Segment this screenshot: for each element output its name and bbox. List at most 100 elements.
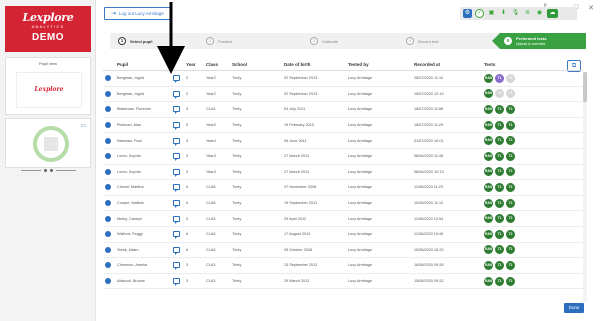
table-row[interactable]: Bergman, Ingrid 2 Year2 Trinty 02 September … [103,87,583,103]
monitor-icon[interactable]: ▭ [80,122,86,129]
test-badge[interactable]: RAN [484,167,493,177]
comment-icon[interactable] [172,200,180,209]
test-badge[interactable]: T1 [495,167,504,177]
expand-row-icon[interactable] [105,231,111,238]
test-badge[interactable]: RAN [484,198,493,208]
comment-icon[interactable] [172,184,180,193]
test-badge[interactable]: T2 [506,245,515,255]
step-performed-tests[interactable]: 5 Performed tests Upload & overview [492,33,586,49]
expand-row-icon[interactable] [105,184,111,191]
test-badge[interactable]: T1 [495,245,504,255]
test-badge[interactable]: RAN [484,136,493,146]
test-badge[interactable]: T1 [495,73,504,83]
test-badge[interactable]: T2 [506,73,515,83]
test-badge[interactable]: T2 [506,214,515,224]
comment-icon[interactable] [172,168,180,177]
test-badge[interactable]: T2 [506,182,515,192]
comment-icon[interactable] [172,246,180,255]
pupil-view-panel[interactable]: Pupil view Lexplore [5,57,91,115]
comment-icon[interactable] [172,215,180,224]
step-position[interactable]: 2 Position [206,33,232,49]
expand-row-icon[interactable] [105,278,111,285]
comment-icon[interactable] [172,122,180,131]
comment-icon[interactable] [172,90,180,99]
step-calibrate[interactable]: 3 Calibrate [310,33,338,49]
test-badge[interactable]: T2 [506,229,515,239]
test-badge[interactable]: T1 [495,260,504,270]
expand-row-icon[interactable] [105,200,111,207]
table-row[interactable]: Chemnon, Amelia 3 CLA3 Trinty 13 September 2… [103,258,583,274]
test-badge[interactable]: T2 [506,167,515,177]
test-badge[interactable]: RAN [484,229,493,239]
cloud-upload-icon[interactable]: ☁ [547,9,558,18]
test-badge[interactable]: RAN [484,89,493,99]
comment-icon[interactable] [172,278,180,287]
expand-row-icon[interactable] [105,246,111,253]
display-icon[interactable]: ▣ [487,9,496,18]
table-row[interactable]: Melby, Carolyn 3 CLA3 Trinty 29 April 2012 Lu… [103,211,583,227]
test-badge[interactable]: T1 [495,104,504,114]
test-badge[interactable]: T1 [495,182,504,192]
comment-icon[interactable] [172,106,180,115]
test-badge[interactable]: RAN [484,73,493,83]
test-badge[interactable]: T1 [495,136,504,146]
comment-icon[interactable] [172,137,180,146]
step-record-test[interactable]: 4 Record test [406,33,438,49]
table-row[interactable]: Blakeman, Florence 4 CLA4 Trinty 04 July 201… [103,102,583,118]
test-badge[interactable]: RAN [484,104,493,114]
table-row[interactable]: Newman, Paul 4 Year4 Trinty 06 June 2011 Lucy… [103,133,583,149]
table-row[interactable]: Stenk, Adam 6 CLA6 Trinty 05 October 2008 Luc… [103,243,583,259]
test-badge[interactable]: T2 [506,136,515,146]
done-button[interactable]: Done [564,303,584,313]
table-row[interactable]: Pickman, Alan 5 Year5 Trinty 15 February 201… [103,118,583,134]
settings-icon[interactable]: ⚙ [463,9,472,18]
test-badge[interactable]: T1 [495,120,504,130]
test-badge[interactable]: T2 [506,151,515,161]
test-badge[interactable]: T1 [495,229,504,239]
test-badge[interactable]: RAN [484,276,493,286]
expand-row-icon[interactable] [105,75,111,82]
test-badge[interactable]: T2 [506,89,515,99]
header-recorded-at[interactable]: Recorded at [414,62,484,67]
expand-row-icon[interactable] [105,106,111,113]
test-badge[interactable]: T1 [495,276,504,286]
test-badge[interactable]: T2 [506,104,515,114]
test-badge[interactable]: RAN [484,245,493,255]
table-row[interactable]: Attwood, Brooke 3 CLA3 Trinty 29 March 2012 L… [103,274,583,290]
expand-row-icon[interactable] [105,168,111,175]
test-badge[interactable]: T2 [506,198,515,208]
header-school[interactable]: School [232,62,284,67]
test-badge[interactable]: T2 [506,260,515,270]
expand-row-icon[interactable] [105,262,111,269]
table-row[interactable]: Walford, Peggy 6 CLA6 Trinty 17 August 2010 L… [103,227,583,243]
window-control-close[interactable]: ✕ [588,4,594,12]
test-badge[interactable]: RAN [484,120,493,130]
check-icon[interactable]: ✓ [475,9,484,18]
test-badge[interactable]: RAN [484,151,493,161]
eye-icon[interactable]: ◉ [535,9,544,18]
step-select-pupil[interactable]: 1 Select pupil [118,33,152,49]
test-badge[interactable]: T1 [495,198,504,208]
test-badge[interactable]: T1 [495,151,504,161]
header-class[interactable]: Class [206,62,232,67]
expand-row-icon[interactable] [105,122,111,129]
comment-icon[interactable] [172,153,180,162]
table-row[interactable]: Loren, Sophia 3 Year3 Trinty 27 March 2012 Lu… [103,165,583,181]
table-scrollbar[interactable] [583,72,587,302]
header-tested-by[interactable]: Tested by [348,62,414,67]
expand-row-icon[interactable] [105,215,111,222]
header-dob[interactable]: Date of birth [284,62,348,67]
test-badge[interactable]: RAN [484,182,493,192]
test-badge[interactable]: T2 [506,120,515,130]
expand-row-icon[interactable] [105,90,111,97]
microphone-icon[interactable]: 🎙 [511,9,520,18]
download-icon[interactable]: ⬇ [499,9,508,18]
scrollbar-thumb[interactable] [583,72,587,102]
test-badge[interactable]: T1 [495,89,504,99]
wifi-icon[interactable]: ≋ [523,9,532,18]
table-row[interactable]: Chizari, Martina 6 CLA6 Trinty 27 November 2… [103,180,583,196]
table-row[interactable]: Cooper, Matilda 6 CLA6 Trinty 19 September 2… [103,196,583,212]
comment-icon[interactable] [172,231,180,240]
comment-icon[interactable] [172,262,180,271]
test-badge[interactable]: T2 [506,276,515,286]
